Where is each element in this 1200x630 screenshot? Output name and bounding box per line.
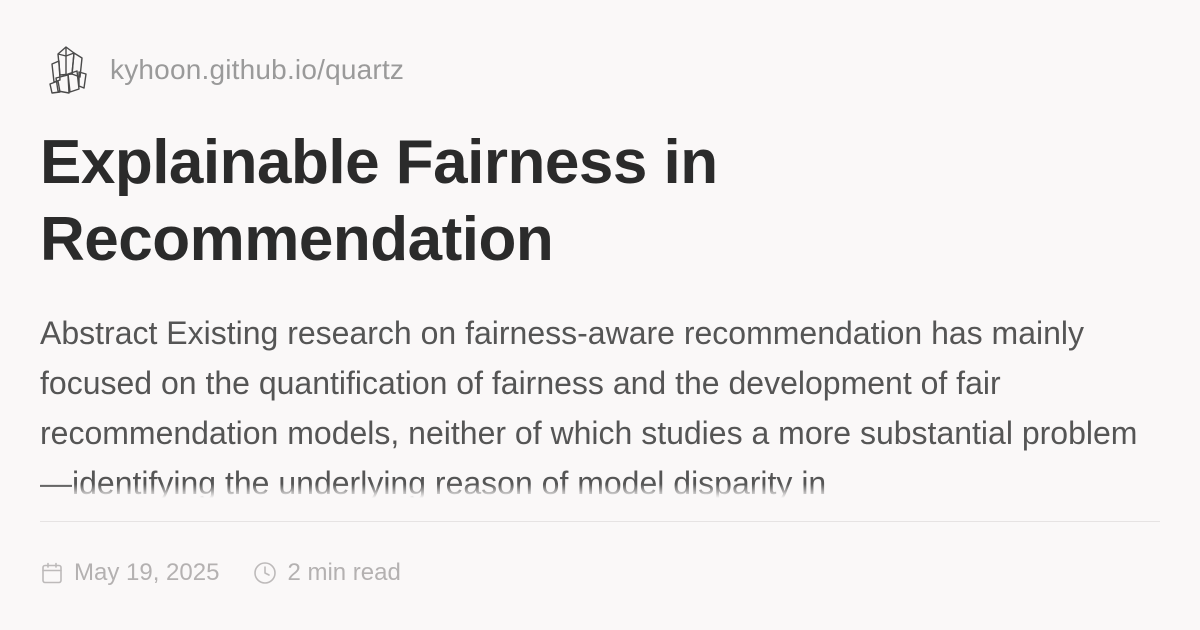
- calendar-icon: [40, 561, 64, 585]
- site-header: kyhoon.github.io/quartz: [40, 40, 1160, 100]
- abstract-container: Abstract Existing research on fairness-a…: [40, 308, 1160, 498]
- published-date: May 19, 2025: [74, 559, 220, 586]
- article-title: Explainable Fairness in Recommendation: [40, 128, 718, 274]
- preview-card: kyhoon.github.io/quartz Explainable Fair…: [40, 40, 1160, 590]
- site-url[interactable]: kyhoon.github.io/quartz: [110, 54, 404, 86]
- read-time: 2 min read: [287, 559, 401, 586]
- clock-icon: [253, 561, 277, 585]
- date-item: May 19, 2025: [40, 559, 219, 587]
- abstract-fade: [40, 484, 1160, 498]
- divider: [40, 521, 1160, 522]
- meta-row: May 19, 2025 2 min read: [40, 557, 435, 589]
- article-abstract: Abstract Existing research on fairness-a…: [40, 315, 1138, 498]
- crystal-icon: [40, 42, 96, 98]
- read-time-item: 2 min read: [253, 559, 401, 587]
